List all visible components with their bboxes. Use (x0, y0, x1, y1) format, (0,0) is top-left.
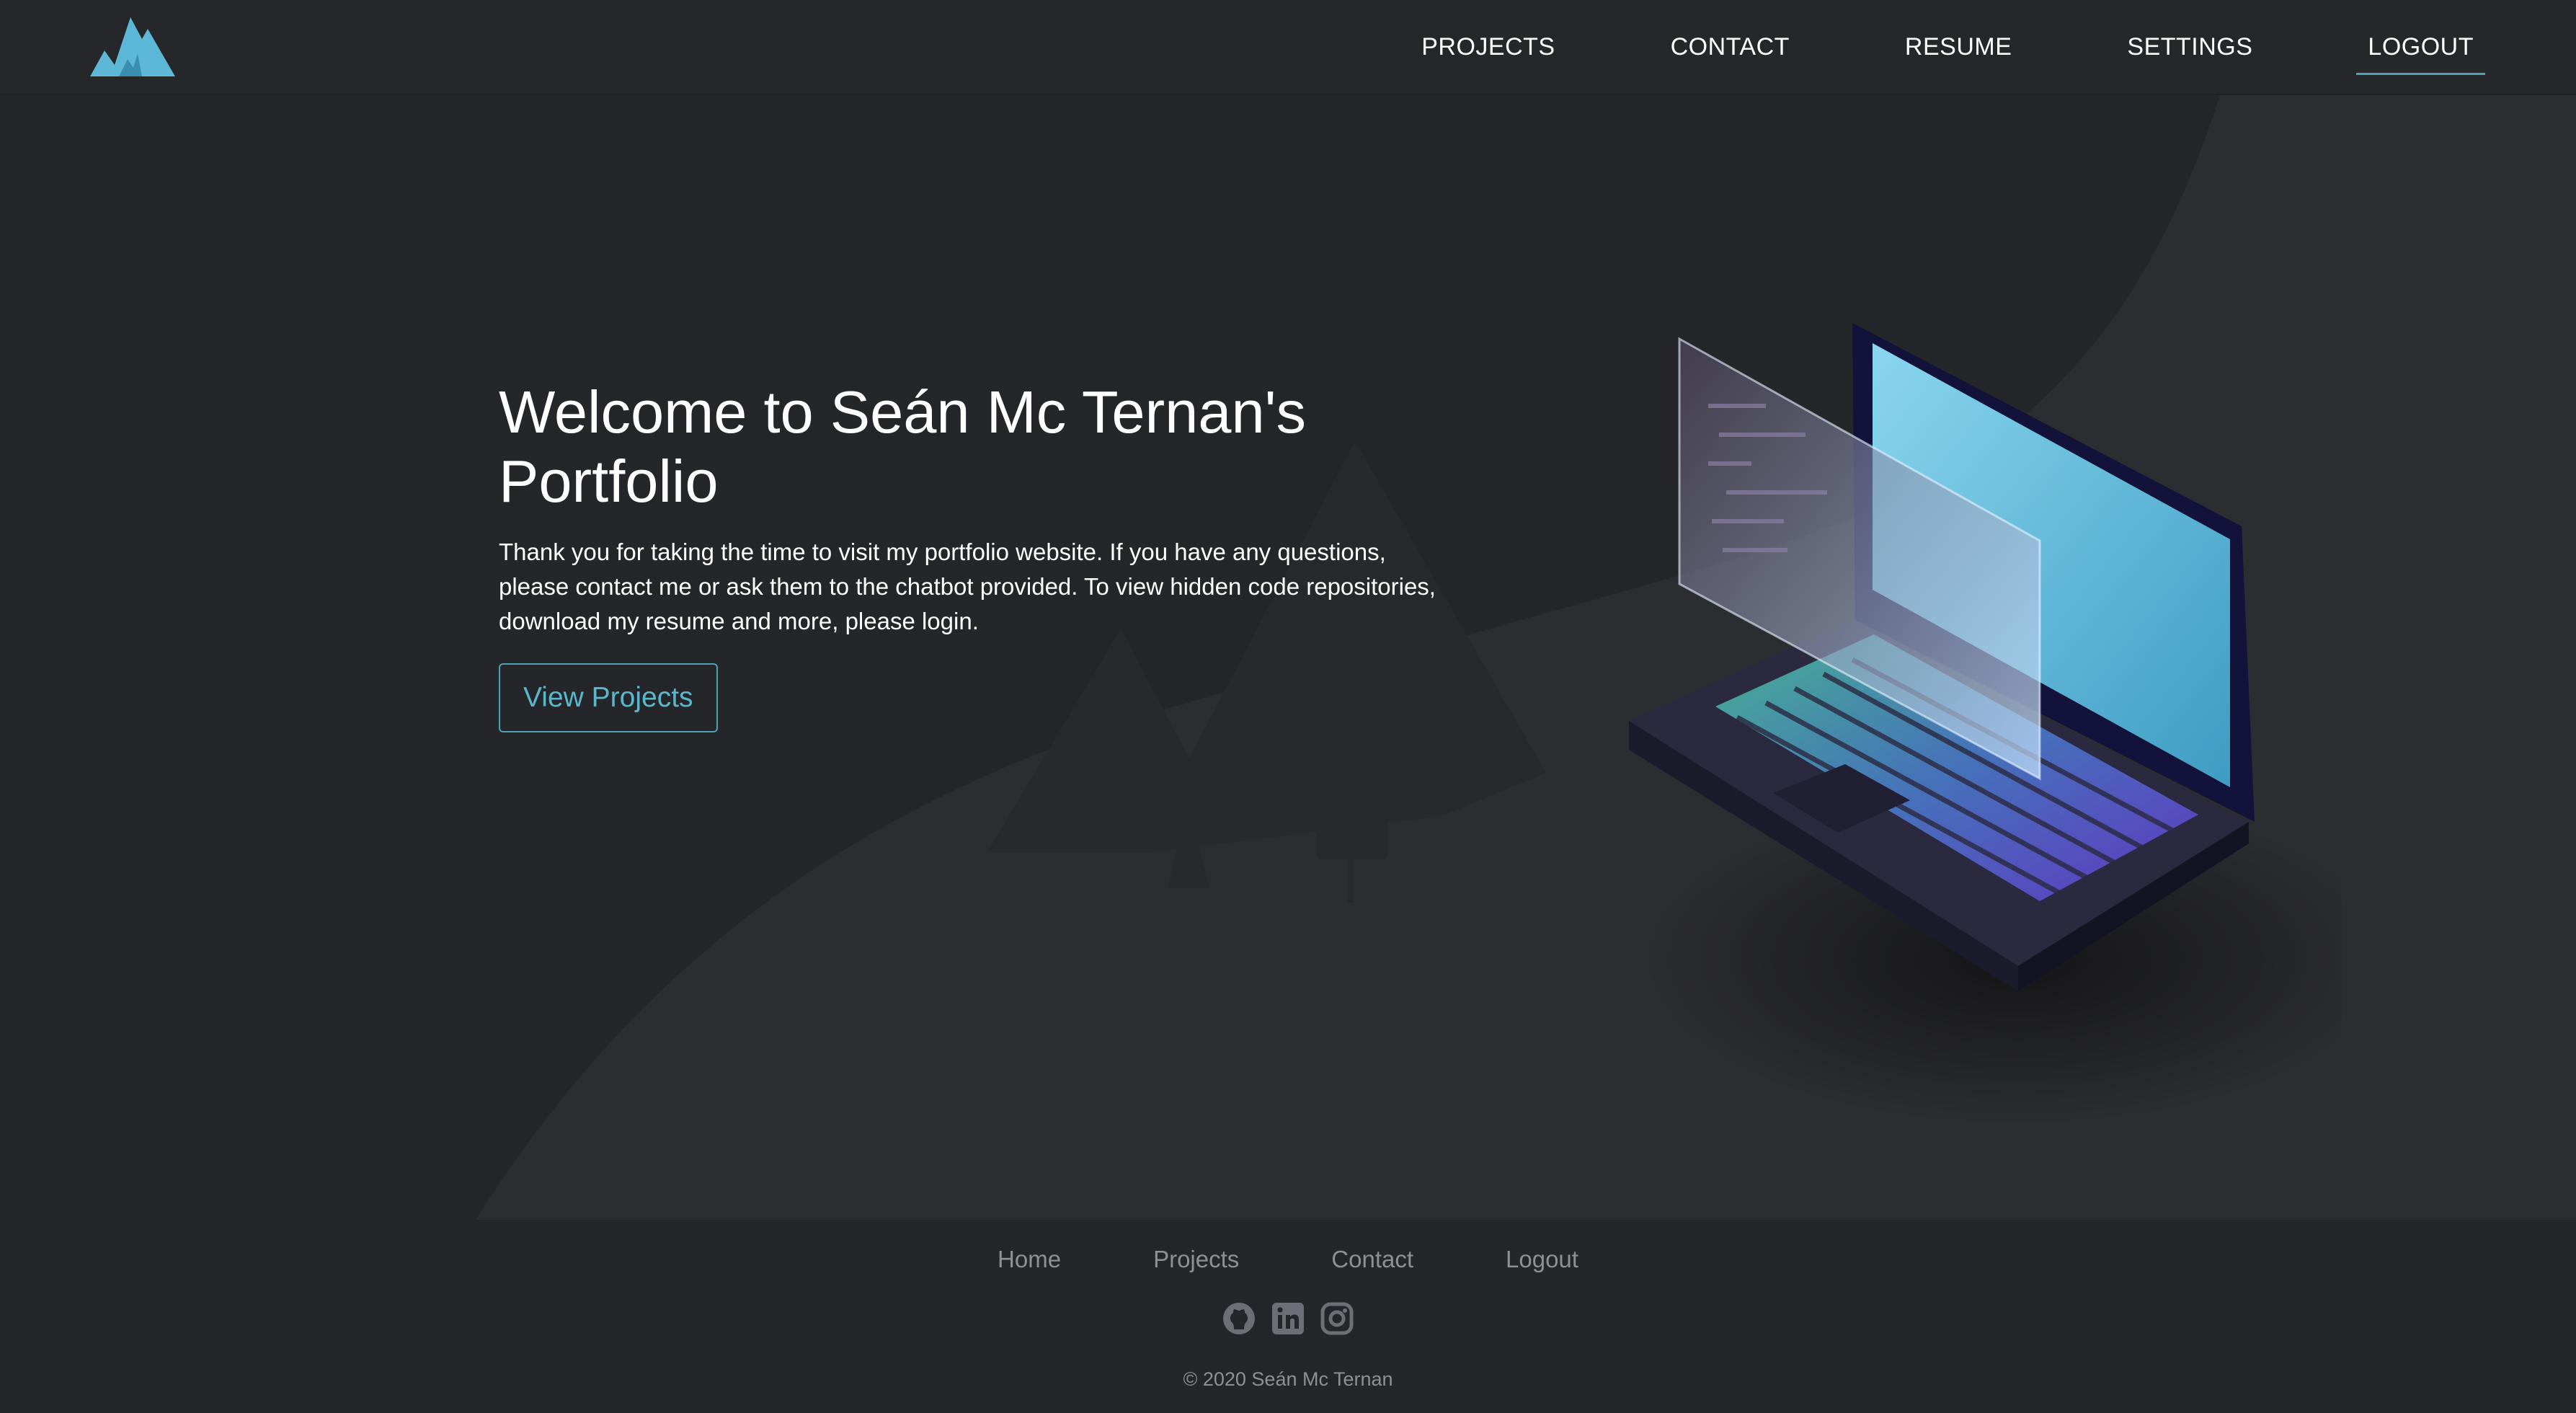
footer-link-home[interactable]: Home (998, 1246, 1061, 1273)
github-icon[interactable] (1221, 1301, 1257, 1337)
hero-description: Thank you for taking the time to visit m… (499, 539, 1436, 634)
instagram-icon[interactable] (1319, 1301, 1355, 1337)
nav-link-contact[interactable]: CONTACT (1659, 0, 1801, 94)
footer-links: Home Projects Contact Logout (0, 1246, 2576, 1273)
isometric-laptop-illustration (1629, 323, 2342, 1125)
nav-link-resume[interactable]: RESUME (1893, 0, 2023, 94)
linkedin-icon[interactable] (1270, 1301, 1306, 1337)
mountain-logo-icon[interactable] (90, 17, 175, 76)
top-navbar: PROJECTS CONTACT RESUME SETTINGS LOGOUT (0, 0, 2576, 95)
nav-link-projects[interactable]: PROJECTS (1410, 0, 1566, 94)
social-links (0, 1301, 2576, 1337)
footer-link-projects[interactable]: Projects (1153, 1246, 1239, 1273)
view-projects-button[interactable]: View Projects (499, 663, 718, 732)
nav-links: PROJECTS CONTACT RESUME SETTINGS LOGOUT (1318, 0, 2485, 94)
nav-link-settings[interactable]: SETTINGS (2115, 0, 2264, 94)
footer: Home Projects Contact Logout © 2020 Seán… (0, 1220, 2576, 1413)
hero-section: Welcome to Seán Mc Ternan's Portfolio Th… (0, 95, 2576, 1220)
nav-link-logout[interactable]: LOGOUT (2356, 0, 2485, 94)
hero-title: Welcome to Seán Mc Ternan's Portfolio (499, 378, 1306, 515)
footer-link-contact[interactable]: Contact (1331, 1246, 1413, 1273)
copyright-text: © 2020 Seán Mc Ternan (1183, 1368, 1393, 1390)
hero-text-block: Welcome to Seán Mc Ternan's Portfolio Th… (499, 378, 1457, 732)
footer-link-logout[interactable]: Logout (1506, 1246, 1578, 1273)
